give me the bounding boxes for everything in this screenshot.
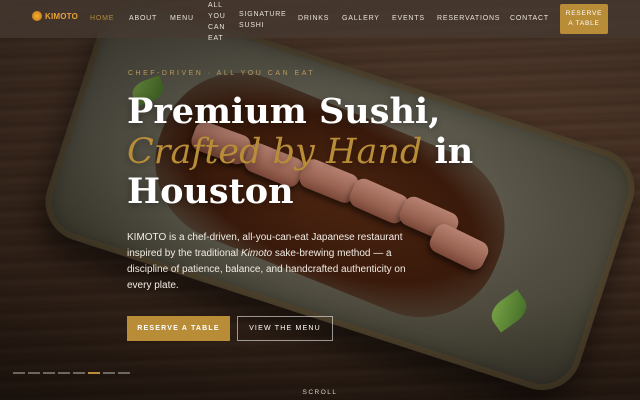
hero-kicker: CHEF-DRIVEN · ALL YOU CAN EAT	[128, 70, 316, 77]
reserve-line: RESERVE	[565, 10, 603, 17]
nav-link-drinks[interactable]: DRINKS	[298, 15, 329, 22]
desc-emphasis: Kimoto	[240, 248, 273, 259]
nav-link-events[interactable]: EVENTS	[392, 15, 425, 22]
hero-description: KIMOTO is a chef-driven, all-you-can-eat…	[127, 230, 432, 294]
nav-ayce-line: YOU	[208, 13, 226, 20]
top-navigation: KIMOTO HOME ABOUT MENU ALL YOU CAN EAT S…	[0, 0, 640, 42]
nav-reserve-button[interactable]: RESERVE A TABLE	[560, 4, 608, 34]
title-line-1: Premium Sushi,	[127, 91, 441, 132]
nav-link-about[interactable]: ABOUT	[129, 15, 157, 22]
hero-title: Premium Sushi, Crafted by Hand in Housto…	[127, 92, 597, 212]
brand-logo[interactable]: KIMOTO	[32, 11, 78, 21]
nav-ayce-line: EAT	[208, 35, 224, 42]
slider-indicators	[13, 372, 133, 374]
title-line-3: Houston	[127, 171, 294, 212]
nav-ayce-line: ALL	[208, 2, 223, 9]
nav-link-menu[interactable]: MENU	[170, 15, 194, 22]
view-menu-button[interactable]: VIEW THE MENU	[237, 316, 333, 341]
slider-dot[interactable]	[103, 372, 115, 374]
nav-link-contact[interactable]: CONTACT	[510, 15, 549, 22]
nav-link-gallery[interactable]: GALLERY	[342, 15, 380, 22]
slider-dot[interactable]	[13, 372, 25, 374]
nav-link-home[interactable]: HOME	[90, 15, 114, 22]
logo-icon	[32, 11, 42, 21]
title-in: in	[422, 131, 474, 172]
nav-link-all-you-can-eat[interactable]: ALL YOU CAN EAT	[208, 0, 230, 44]
scroll-indicator[interactable]: SCROLL	[0, 389, 640, 396]
slider-dot[interactable]	[28, 372, 40, 374]
nav-ayce-line: CAN	[208, 24, 226, 31]
slider-dot[interactable]	[118, 372, 130, 374]
brand-name: KIMOTO	[45, 11, 79, 21]
reserve-line: A TABLE	[568, 20, 600, 27]
title-accent: Crafted by Hand	[127, 132, 423, 172]
nav-link-reservations[interactable]: RESERVATIONS	[437, 15, 500, 22]
slider-dot[interactable]	[43, 372, 55, 374]
nav-link-signature-sushi[interactable]: SIGNATURE SUSHI	[239, 9, 291, 31]
reserve-table-button[interactable]: RESERVE A TABLE	[127, 316, 230, 341]
slider-dot[interactable]	[58, 372, 70, 374]
slider-dot[interactable]	[73, 372, 85, 374]
slider-dot[interactable]	[88, 372, 100, 374]
